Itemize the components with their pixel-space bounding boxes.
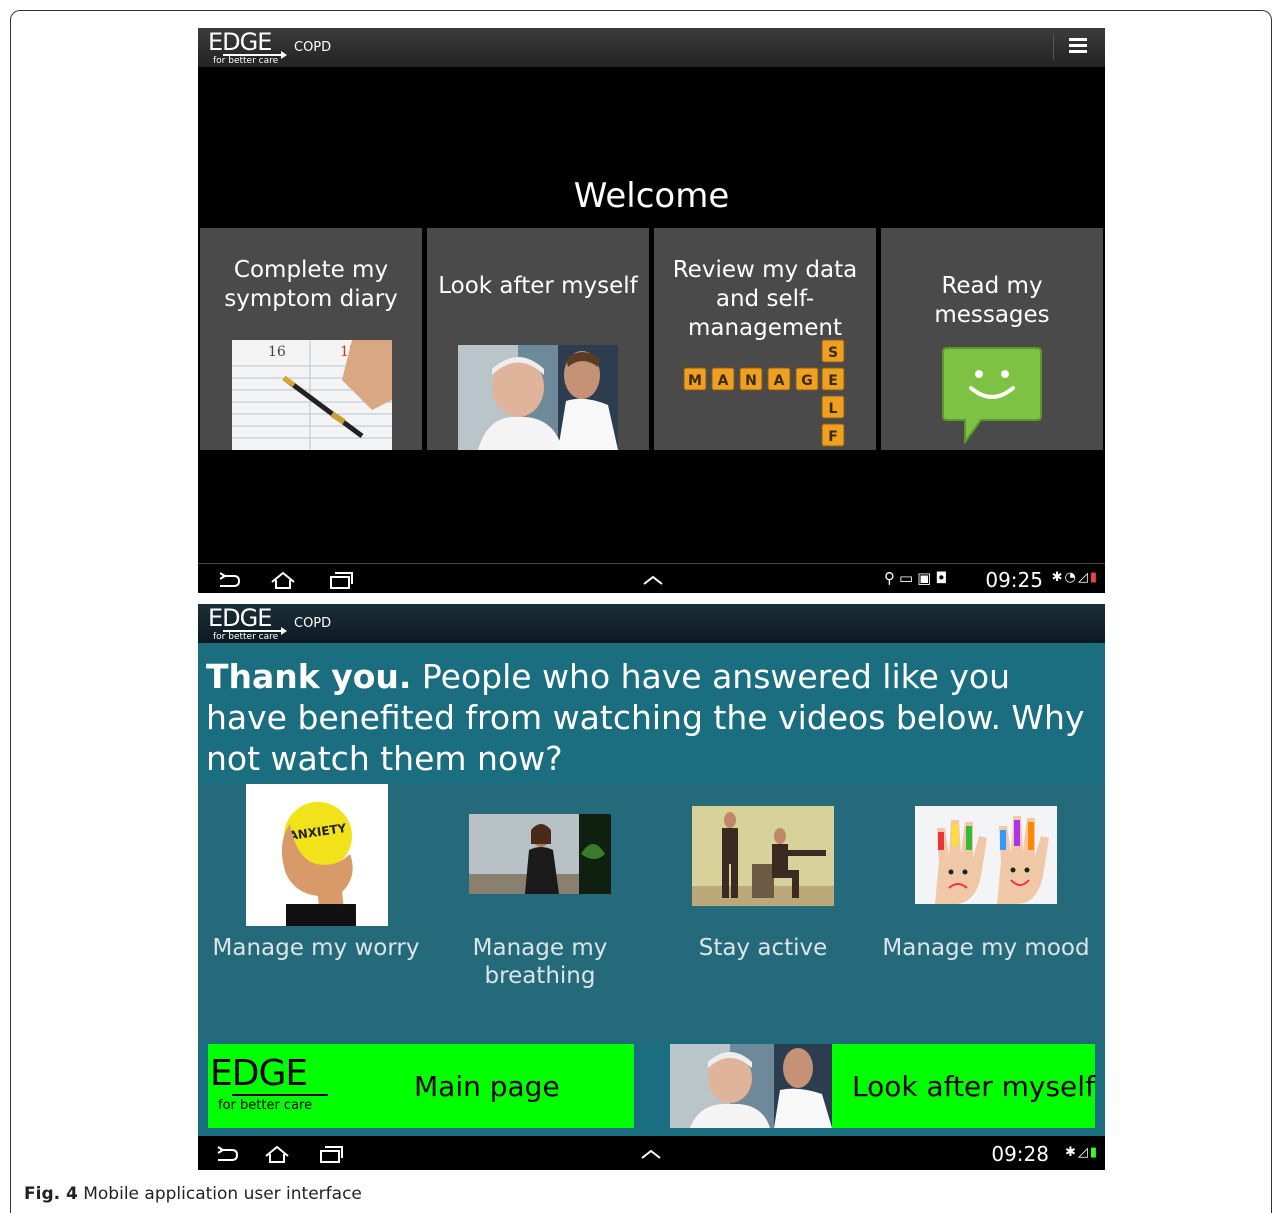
clock: 09:25 (985, 568, 1043, 592)
figure-caption: Fig. 4 Mobile application user interface (24, 1184, 362, 1204)
clock: 09:28 (991, 1142, 1049, 1166)
painted-hands-photo (915, 806, 1057, 904)
caption-label: Fig. 4 (24, 1184, 78, 1204)
screen-videos: EDGE for better care COPD Thank you. Peo… (198, 604, 1105, 1170)
letter-g: G (801, 373, 813, 389)
recent-apps-icon[interactable] (318, 1144, 344, 1164)
app-bar: EDGE for better care COPD (198, 604, 1105, 643)
letter-f: F (828, 429, 838, 445)
chevron-up-icon[interactable] (638, 1144, 664, 1164)
main-page-button[interactable]: EDGE for better care Main page (208, 1044, 634, 1128)
tile-label: Review my data and self-management (672, 257, 858, 341)
app-subtitle: COPD (294, 40, 332, 55)
home-icon[interactable] (270, 570, 296, 590)
video-panel: ANXIETY Manage my worry Manage my breath… (198, 784, 1105, 1042)
overflow-menu-icon[interactable] (1053, 34, 1091, 60)
system-nav-bar: 09:28 ✱◿▮ (198, 1136, 1105, 1170)
screen-welcome: EDGE for better care COPD Welcome Comple… (198, 28, 1105, 593)
main-page-label: Main page (414, 1070, 560, 1103)
edge-logo: EDGE for better care (210, 1056, 330, 1116)
svg-text:16: 16 (268, 344, 286, 360)
app-subtitle: COPD (294, 616, 332, 631)
letter-a: A (774, 373, 785, 389)
letter-m: M (688, 373, 702, 389)
logo-tagline: for better care (218, 1098, 313, 1113)
letter-e: E (828, 373, 838, 389)
tile-label: Read my messages (934, 273, 1050, 328)
back-icon[interactable] (216, 570, 242, 590)
chevron-up-icon[interactable] (640, 570, 666, 590)
manage-self-tiles-icon: M A N A G E S L F (683, 339, 845, 447)
letter-l: L (829, 401, 838, 417)
home-icon[interactable] (264, 1144, 290, 1164)
letter-a: A (718, 373, 729, 389)
logo-text: EDGE (208, 28, 272, 56)
letter-s: S (828, 345, 838, 361)
caption-text: Mobile application user interface (77, 1184, 362, 1204)
video-label: Manage my breathing (472, 935, 608, 989)
tile-label: Complete my symptom diary (224, 257, 398, 312)
status-icons: ✱◔◿▮ (1051, 570, 1099, 585)
thank-you-message: Thank you. People who have answered like… (206, 656, 1096, 779)
tile-symptom-diary[interactable]: Complete my symptom diary 16 17 (200, 228, 422, 450)
video-label: Manage my worry (212, 935, 420, 961)
doctor-patient-photo (458, 345, 618, 450)
welcome-heading: Welcome (573, 176, 730, 216)
app-bar: EDGE for better care COPD (198, 28, 1105, 67)
logo-tagline: for better care (213, 632, 279, 642)
logo-text: EDGE (208, 604, 272, 632)
logo-text: EDGE (210, 1053, 308, 1094)
video-label: Manage my mood (882, 935, 1090, 961)
exercise-photo (692, 806, 834, 906)
logo-tagline: for better care (213, 56, 279, 66)
notification-icons: ⚲▭▣◘ (884, 569, 952, 587)
anxiety-ball-photo: ANXIETY (246, 784, 388, 926)
status-icons: ✱◿▮ (1064, 1145, 1099, 1160)
tile-review-data[interactable]: Review my data and self-management M A N… (654, 228, 876, 450)
video-label: Stay active (698, 935, 828, 961)
diary-pen-icon: 16 17 (232, 340, 392, 450)
look-after-myself-button[interactable]: Look after myself (670, 1044, 1095, 1128)
recent-apps-icon[interactable] (328, 570, 354, 590)
message-smiley-icon (942, 347, 1042, 444)
thank-you-bold: Thank you. (206, 657, 412, 696)
edge-logo: EDGE for better care (208, 606, 288, 642)
doctor-patient-photo (670, 1044, 832, 1128)
back-icon[interactable] (214, 1144, 240, 1164)
woman-seated-photo (469, 814, 611, 894)
tile-label: Look after myself (438, 273, 638, 299)
logo-arrow-icon (232, 1094, 328, 1096)
tile-look-after-myself[interactable]: Look after myself (427, 228, 649, 450)
edge-logo: EDGE for better care (208, 30, 288, 66)
system-nav-bar: ⚲▭▣◘ 09:25 ✱◔◿▮ (198, 563, 1105, 593)
look-after-myself-label: Look after myself (852, 1070, 1095, 1103)
tile-read-messages[interactable]: Read my messages (881, 228, 1103, 450)
letter-n: N (745, 373, 757, 389)
